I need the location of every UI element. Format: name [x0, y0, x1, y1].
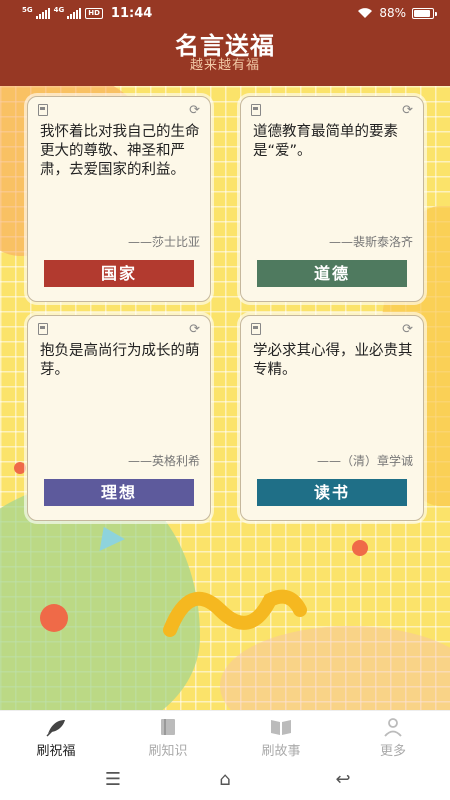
refresh-icon[interactable]: ⟳ — [189, 104, 200, 117]
tab-label: 刷祝福 — [36, 744, 76, 759]
bottom-tab-bar: 刷祝福 刷知识 刷故事 更多 — [0, 710, 450, 762]
quote-text: 道德教育最简单的要素是“爱”。 — [253, 124, 398, 159]
status-bar: 5G 4G HD 11:44 88% — [0, 0, 450, 28]
document-icon[interactable] — [251, 323, 261, 335]
tab-label: 刷故事 — [261, 744, 301, 759]
refresh-icon[interactable]: ⟳ — [402, 323, 413, 336]
quote-author: ——莎士比亚 — [127, 235, 200, 249]
tab-label: 刷知识 — [148, 744, 188, 759]
app-header: 5G 4G HD 11:44 88% 名言送福 越来越有福 — [0, 0, 450, 86]
quote-text: 我怀着比对我自己的生命更大的尊敬、神圣和严肃，去爱国家的利益。 — [40, 124, 200, 178]
quote-board: ⟳ 我怀着比对我自己的生命更大的尊敬、神圣和严肃，去爱国家的利益。 ——莎士比亚… — [0, 86, 450, 710]
home-icon[interactable]: ⌂ — [210, 770, 240, 790]
network-type-1: 5G — [22, 5, 33, 14]
category-button-reading[interactable]: 读书 — [257, 479, 407, 506]
tab-label: 更多 — [379, 744, 406, 759]
wifi-icon — [358, 8, 373, 18]
document-icon[interactable] — [251, 104, 261, 116]
quote-card[interactable]: ⟳ 抱负是高尚行为成长的萌芽。 ——英格利希 理想 — [27, 315, 211, 521]
page-subtitle: 越来越有福 — [189, 58, 260, 73]
signal-icon — [35, 8, 50, 19]
battery-icon — [412, 7, 437, 19]
decor-dot — [40, 604, 68, 632]
back-icon[interactable]: ↩ — [328, 770, 358, 790]
tab-blessings[interactable]: 刷祝福 — [16, 717, 96, 759]
decor-squiggle — [163, 589, 307, 637]
open-book-icon — [271, 720, 291, 735]
signal-icon-2 — [67, 8, 82, 19]
menu-icon[interactable]: ☰ — [98, 770, 128, 790]
category-button-ideal[interactable]: 理想 — [44, 479, 194, 506]
quote-author: ——裴斯泰洛齐 — [328, 235, 413, 249]
battery-percent: 88% — [379, 6, 406, 20]
document-icon[interactable] — [38, 323, 48, 335]
tab-more[interactable]: 更多 — [353, 717, 433, 759]
category-button-morality[interactable]: 道德 — [257, 260, 407, 287]
hd-badge: HD — [85, 8, 103, 19]
decor-dot — [14, 462, 26, 474]
quote-card[interactable]: ⟳ 学必求其心得，业必贵其专精。 ——（清）章学诚 读书 — [240, 315, 424, 521]
quote-text: 抱负是高尚行为成长的萌芽。 — [40, 343, 200, 378]
book-icon — [161, 719, 175, 735]
system-nav-bar: ☰ ⌂ ↩ — [0, 762, 450, 800]
status-time: 11:44 — [110, 6, 153, 21]
refresh-icon[interactable]: ⟳ — [402, 104, 413, 117]
network-type-2: 4G — [53, 5, 65, 14]
decor-dot — [352, 540, 368, 556]
quote-author: ——英格利希 — [127, 454, 200, 468]
category-button-country[interactable]: 国家 — [44, 260, 194, 287]
quote-text: 学必求其心得，业必贵其专精。 — [253, 343, 413, 378]
quote-author: ——（清）章学诚 — [316, 454, 413, 468]
tab-stories[interactable]: 刷故事 — [241, 717, 321, 759]
document-icon[interactable] — [38, 104, 48, 116]
feather-icon — [46, 720, 65, 737]
person-icon — [384, 718, 402, 737]
battery-fill — [414, 9, 430, 17]
tab-knowledge[interactable]: 刷知识 — [128, 717, 208, 759]
refresh-icon[interactable]: ⟳ — [189, 323, 200, 336]
quote-card[interactable]: ⟳ 道德教育最简单的要素是“爱”。 ——裴斯泰洛齐 道德 — [240, 96, 424, 302]
quote-card[interactable]: ⟳ 我怀着比对我自己的生命更大的尊敬、神圣和严肃，去爱国家的利益。 ——莎士比亚… — [27, 96, 211, 302]
